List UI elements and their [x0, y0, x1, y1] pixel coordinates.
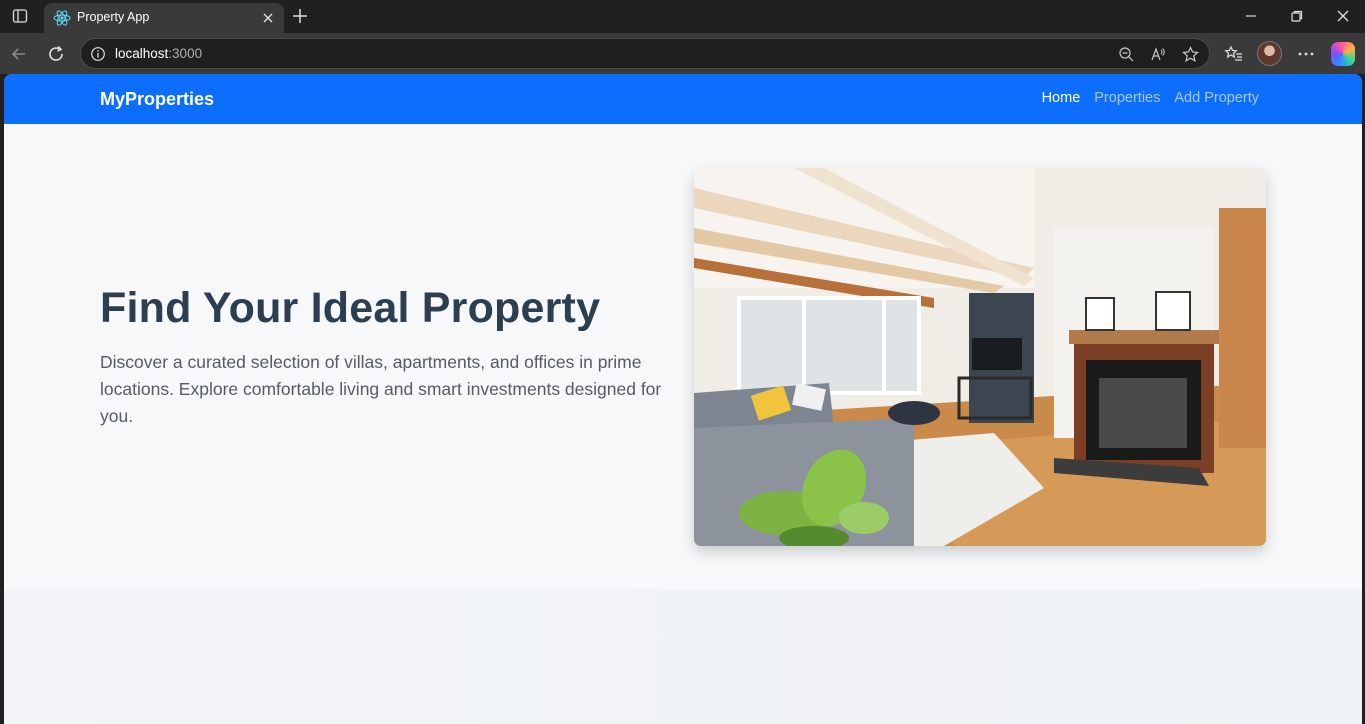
tab-title: Property App — [77, 10, 150, 24]
lower-section — [4, 589, 1362, 724]
hero-title: Find Your Ideal Property — [100, 284, 601, 332]
new-tab-icon[interactable] — [291, 7, 311, 25]
browser-toolbar: localhost:3000 — [0, 33, 1365, 74]
browser-tab[interactable]: Property App — [44, 3, 284, 33]
url-host: localhost — [115, 46, 169, 61]
info-icon[interactable] — [90, 46, 106, 62]
sidebar-icon[interactable] — [8, 5, 32, 27]
window-close-icon[interactable] — [1335, 8, 1351, 24]
page-viewport: MyProperties Home Properties Add Propert… — [4, 74, 1362, 724]
url-port: :3000 — [168, 46, 203, 61]
more-icon[interactable] — [1296, 44, 1316, 64]
reload-icon[interactable] — [46, 44, 66, 64]
minimize-icon[interactable] — [1243, 8, 1259, 24]
hero-description: Discover a curated selection of villas, … — [100, 352, 662, 426]
site-navbar: MyProperties Home Properties Add Propert… — [4, 74, 1362, 124]
favorites-icon[interactable] — [1224, 44, 1244, 64]
hero-section: Find Your Ideal Property Discover a cura… — [4, 124, 1362, 589]
nav-link-home[interactable]: Home — [1042, 90, 1081, 106]
address-bar[interactable]: localhost:3000 — [80, 38, 1210, 69]
nav-link-properties[interactable]: Properties — [1094, 90, 1160, 106]
copilot-icon[interactable] — [1331, 42, 1355, 66]
profile-avatar[interactable] — [1257, 41, 1282, 66]
hero-living-room-image — [694, 168, 1266, 546]
back-icon[interactable] — [9, 44, 29, 64]
nav-link-add-property[interactable]: Add Property — [1174, 90, 1259, 106]
restore-icon[interactable] — [1289, 8, 1305, 24]
favorite-star-icon[interactable] — [1182, 46, 1199, 63]
url-text: localhost:3000 — [115, 46, 202, 61]
react-icon — [53, 9, 71, 27]
nav-links: Home Properties Add Property — [1042, 90, 1259, 106]
close-icon[interactable] — [260, 10, 276, 26]
browser-tab-strip: Property App — [0, 0, 1365, 33]
brand-logo[interactable]: MyProperties — [100, 89, 214, 110]
read-aloud-icon[interactable] — [1150, 46, 1167, 63]
zoom-out-icon[interactable] — [1118, 46, 1135, 63]
